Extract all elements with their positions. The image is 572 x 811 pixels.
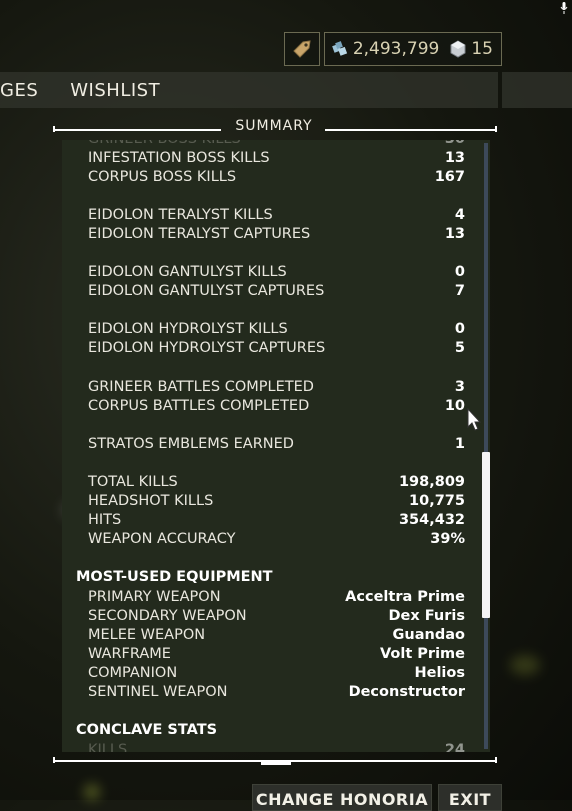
equipment-value: Deconstructor xyxy=(348,684,465,700)
stat-value: 0 xyxy=(454,321,465,337)
equipment-value: Acceltra Prime xyxy=(345,589,465,605)
stat-row: EIDOLON GANTULYST KILLS 0 xyxy=(88,263,465,282)
stat-label: EIDOLON TERALYST CAPTURES xyxy=(88,226,311,242)
stat-row: STRATOS EMBLEMS EARNED 1 xyxy=(88,435,465,454)
stat-label: HEADSHOT KILLS xyxy=(88,493,214,509)
stat-value: 13 xyxy=(444,226,465,242)
stat-value: 4 xyxy=(454,207,465,223)
stat-label: CORPUS BATTLES COMPLETED xyxy=(88,398,310,414)
stat-row-partial: KILLS 24 xyxy=(88,742,465,752)
stat-row: WEAPON ACCURACY 39% xyxy=(88,530,465,549)
stat-row: TOTAL KILLS 198,809 xyxy=(88,473,465,492)
stat-value: 0 xyxy=(454,264,465,280)
equipment-label: WARFRAME xyxy=(88,646,171,662)
stat-row-partial: GRINEER BOSS KILLS 30 xyxy=(88,140,465,149)
stat-row: HITS 354,432 xyxy=(88,511,465,530)
stat-value: 354,432 xyxy=(398,512,465,528)
credits-amount: 2,493,799 xyxy=(352,39,440,59)
platinum-amount: 15 xyxy=(471,39,493,59)
equipment-value: Volt Prime xyxy=(379,646,465,662)
equipment-label: SECONDARY WEAPON xyxy=(88,608,247,624)
microphone-icon xyxy=(560,2,568,14)
stat-value: 5 xyxy=(454,340,465,356)
stat-label: CORPUS BOSS KILLS xyxy=(88,169,237,185)
stat-row: HEADSHOT KILLS 10,775 xyxy=(88,492,465,511)
equipment-value: Dex Furis xyxy=(388,608,465,624)
tab-bar: GES WISHLIST xyxy=(0,72,498,108)
stat-label: EIDOLON HYDROLYST KILLS xyxy=(88,321,288,337)
stat-value: 13 xyxy=(444,150,465,166)
equipment-heading: MOST-USED EQUIPMENT xyxy=(76,569,273,585)
tab-wishlist[interactable]: WISHLIST xyxy=(70,80,160,101)
stat-label: EIDOLON GANTULYST KILLS xyxy=(88,264,287,280)
tab-bar-extension xyxy=(502,72,572,108)
stat-value: 1 xyxy=(454,436,465,452)
stat-row: EIDOLON GANTULYST CAPTURES 7 xyxy=(88,282,465,301)
equipment-value: Helios xyxy=(414,665,465,681)
equipment-label: SENTINEL WEAPON xyxy=(88,684,228,700)
stat-label: EIDOLON TERALYST KILLS xyxy=(88,207,273,223)
market-tag-button[interactable] xyxy=(283,32,320,66)
summary-frame-bottom xyxy=(53,757,497,765)
stat-value: 198,809 xyxy=(398,474,465,490)
equipment-row: COMPANION Helios xyxy=(88,664,465,683)
stat-value: 7 xyxy=(454,283,465,299)
change-honoria-button[interactable]: CHANGE HONORIA xyxy=(252,784,432,811)
equipment-row: SENTINEL WEAPON Deconstructor xyxy=(88,683,465,702)
background-glow xyxy=(510,655,540,675)
stat-label: STRATOS EMBLEMS EARNED xyxy=(88,436,294,452)
stat-value: 3 xyxy=(454,379,465,395)
stat-row: EIDOLON HYDROLYST KILLS 0 xyxy=(88,320,465,339)
stat-row: INFESTATION BOSS KILLS 13 xyxy=(88,149,465,168)
currency-display: 2,493,799 15 xyxy=(323,32,502,66)
tab-challenges[interactable]: GES xyxy=(0,80,38,101)
stat-value: 10,775 xyxy=(409,493,465,509)
stat-label: HITS xyxy=(88,512,122,528)
platinum-icon xyxy=(450,40,466,58)
stat-label: GRINEER BATTLES COMPLETED xyxy=(88,379,314,395)
mouse-cursor-icon xyxy=(467,408,482,431)
stat-value: 39% xyxy=(430,531,465,547)
stat-row: EIDOLON TERALYST CAPTURES 13 xyxy=(88,225,465,244)
background-glow xyxy=(84,784,100,800)
stat-row: GRINEER BATTLES COMPLETED 3 xyxy=(88,378,465,397)
stat-label: INFESTATION BOSS KILLS xyxy=(88,150,270,166)
equipment-label: PRIMARY WEAPON xyxy=(88,589,221,605)
price-tag-icon xyxy=(293,40,311,58)
exit-button[interactable]: EXIT xyxy=(438,784,502,811)
equipment-row: SECONDARY WEAPON Dex Furis xyxy=(88,607,465,626)
equipment-label: MELEE WEAPON xyxy=(88,627,206,643)
credits-icon xyxy=(331,41,347,56)
stat-label: WEAPON ACCURACY xyxy=(88,531,236,547)
equipment-value: Guandao xyxy=(392,627,465,643)
conclave-heading: CONCLAVE STATS xyxy=(76,722,218,738)
equipment-row: PRIMARY WEAPON Acceltra Prime xyxy=(88,588,465,607)
equipment-row: MELEE WEAPON Guandao xyxy=(88,626,465,645)
summary-title: SUMMARY xyxy=(235,118,313,134)
stat-label: TOTAL KILLS xyxy=(88,474,178,490)
summary-panel[interactable]: GRINEER BOSS KILLS 30 INFESTATION BOSS K… xyxy=(62,140,490,752)
stat-label: EIDOLON HYDROLYST CAPTURES xyxy=(88,340,326,356)
equipment-row: WARFRAME Volt Prime xyxy=(88,645,465,664)
scrollbar-track[interactable] xyxy=(484,143,488,749)
scrollbar-thumb[interactable] xyxy=(482,452,490,618)
stat-label: EIDOLON GANTULYST CAPTURES xyxy=(88,283,325,299)
stat-row: CORPUS BOSS KILLS 167 xyxy=(88,168,465,187)
stat-row: EIDOLON HYDROLYST CAPTURES 5 xyxy=(88,339,465,358)
stat-value: 167 xyxy=(434,169,465,185)
equipment-label: COMPANION xyxy=(88,665,178,681)
currency-bar: 2,493,799 15 xyxy=(283,32,502,66)
stat-row: CORPUS BATTLES COMPLETED 10 xyxy=(88,397,465,416)
stat-row: EIDOLON TERALYST KILLS 4 xyxy=(88,206,465,225)
stat-value: 10 xyxy=(444,398,465,414)
